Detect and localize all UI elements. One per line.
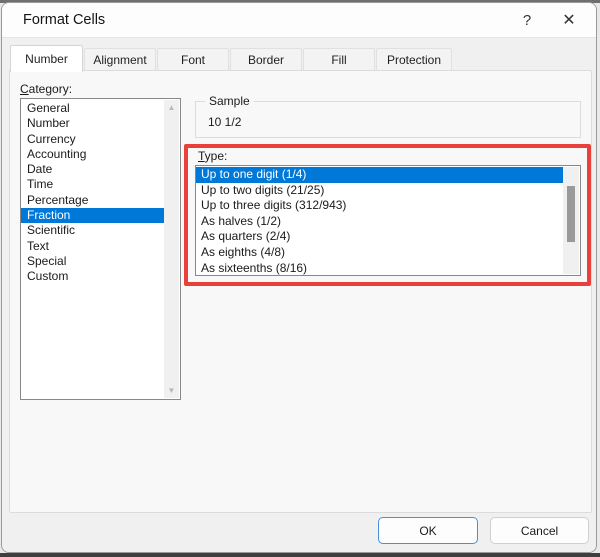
sample-groupbox: Sample 10 1/2	[195, 101, 581, 138]
titlebar: Format Cells ? ✕	[2, 3, 596, 37]
category-item-special[interactable]: Special	[21, 254, 164, 269]
category-item-time[interactable]: Time	[21, 177, 164, 192]
tab-alignment[interactable]: Alignment	[84, 48, 156, 71]
type-scrollbar-thumb[interactable]	[567, 186, 575, 242]
type-item-sixteenths[interactable]: As sixteenths (8/16)	[196, 261, 563, 277]
category-scrollbar[interactable]: ▲ ▼	[164, 100, 179, 398]
category-item-text[interactable]: Text	[21, 239, 164, 254]
type-item-halves[interactable]: As halves (1/2)	[196, 214, 563, 230]
category-item-currency[interactable]: Currency	[21, 132, 164, 147]
type-label: Type:	[198, 149, 227, 163]
dialog-title: Format Cells	[23, 12, 105, 28]
category-label: Category:	[20, 82, 72, 96]
sample-legend: Sample	[205, 94, 254, 108]
category-item-general[interactable]: General	[21, 101, 164, 116]
scroll-up-icon[interactable]: ▲	[168, 100, 176, 115]
type-items: Up to one digit (1/4) Up to two digits (…	[196, 167, 563, 276]
background-bottom-strip	[0, 553, 600, 557]
tab-protection[interactable]: Protection	[376, 48, 452, 71]
category-item-percentage[interactable]: Percentage	[21, 193, 164, 208]
help-icon[interactable]: ?	[506, 3, 548, 37]
tab-strip: Number Alignment Font Border Fill Protec…	[2, 37, 596, 71]
dialog-footer: OK Cancel	[2, 511, 596, 552]
type-label-rest: ype:	[205, 149, 228, 163]
format-cells-dialog: Format Cells ? ✕ Number Alignment Font B…	[1, 2, 597, 553]
type-item-quarters[interactable]: As quarters (2/4)	[196, 229, 563, 245]
number-tab-panel: Category: General Number Currency Accoun…	[9, 70, 592, 513]
title-controls: ? ✕	[506, 3, 596, 37]
sample-value: 10 1/2	[208, 115, 241, 129]
tab-fill[interactable]: Fill	[303, 48, 375, 71]
type-scrollbar[interactable]	[563, 167, 579, 274]
category-items: General Number Currency Accounting Date …	[21, 101, 164, 285]
type-label-accel: T	[198, 149, 205, 163]
category-label-accel: C	[20, 82, 29, 96]
category-item-date[interactable]: Date	[21, 162, 164, 177]
scroll-down-icon[interactable]: ▼	[168, 383, 176, 398]
category-item-accounting[interactable]: Accounting	[21, 147, 164, 162]
close-icon[interactable]: ✕	[548, 3, 590, 37]
type-item-eighths[interactable]: As eighths (4/8)	[196, 245, 563, 261]
tab-border[interactable]: Border	[230, 48, 302, 71]
category-item-scientific[interactable]: Scientific	[21, 223, 164, 238]
category-item-fraction[interactable]: Fraction	[21, 208, 164, 223]
tab-number[interactable]: Number	[10, 45, 83, 72]
ok-button[interactable]: OK	[378, 517, 478, 544]
category-listbox[interactable]: General Number Currency Accounting Date …	[20, 98, 181, 400]
tab-font[interactable]: Font	[157, 48, 229, 71]
type-item-one-digit[interactable]: Up to one digit (1/4)	[196, 167, 563, 183]
type-item-three-digits[interactable]: Up to three digits (312/943)	[196, 198, 563, 214]
type-listbox[interactable]: Up to one digit (1/4) Up to two digits (…	[195, 165, 581, 276]
type-item-two-digits[interactable]: Up to two digits (21/25)	[196, 183, 563, 199]
category-item-number[interactable]: Number	[21, 116, 164, 131]
category-item-custom[interactable]: Custom	[21, 269, 164, 284]
cancel-button[interactable]: Cancel	[490, 517, 589, 544]
category-label-rest: ategory:	[29, 82, 72, 96]
